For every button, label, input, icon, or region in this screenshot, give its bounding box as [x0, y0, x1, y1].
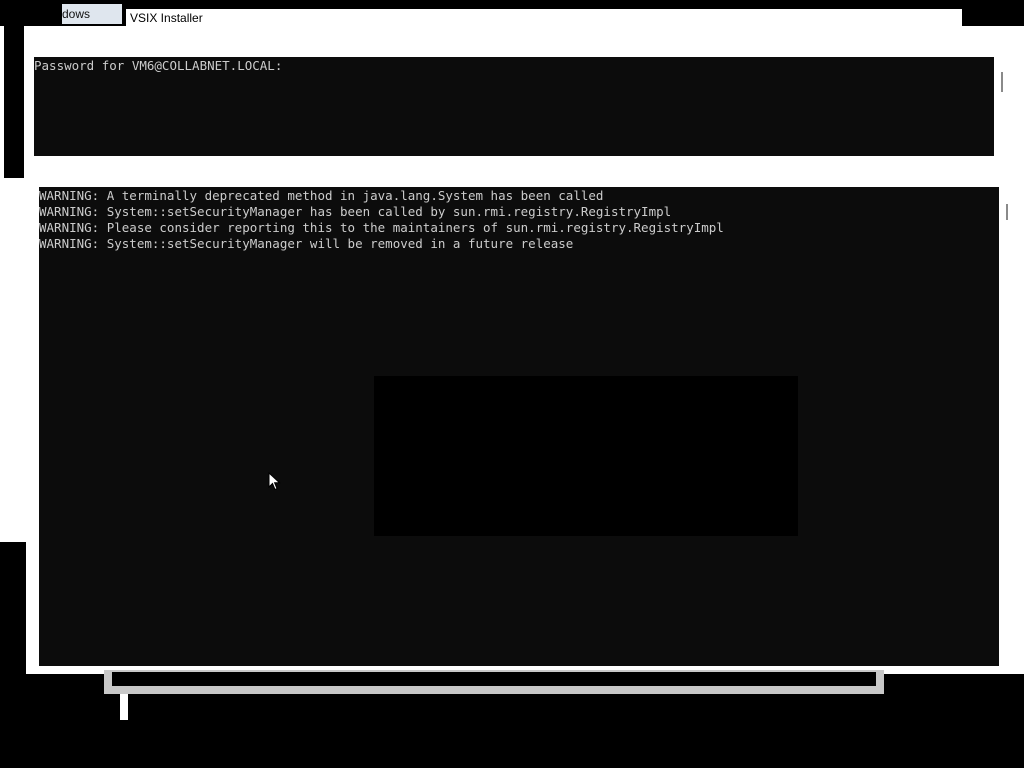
console-line: WARNING: Please consider reporting this …: [39, 220, 724, 235]
lower-background-window-content: [112, 672, 876, 686]
password-prompt: Password for VM6@COLLABNET.LOCAL:: [34, 58, 283, 73]
console-line: WARNING: System::setSecurityManager will…: [39, 236, 574, 251]
password-console-scroll-thumb[interactable]: [1001, 72, 1003, 92]
console-line: WARNING: System::setSecurityManager has …: [39, 204, 672, 219]
background-window-content: [4, 26, 24, 178]
background-window-tab-label: dows: [62, 7, 91, 21]
mouse-cursor-icon: [268, 472, 281, 491]
output-console-scroll-thumb[interactable]: [1006, 204, 1008, 220]
password-console[interactable]: Password for VM6@COLLABNET.LOCAL:: [34, 57, 994, 156]
background-window-edge: [0, 180, 26, 542]
right-window-edge: [1018, 26, 1024, 674]
close-icon[interactable]: ×: [996, 10, 1012, 26]
dialog-title: VSIX Installer: [130, 11, 203, 25]
background-window-tab[interactable]: dows: [62, 4, 122, 24]
background-fragment: [120, 694, 128, 720]
output-console-scrollbar[interactable]: [999, 187, 1016, 666]
blank-overlay-window: [374, 376, 798, 536]
console-line: WARNING: A terminally deprecated method …: [39, 188, 604, 203]
